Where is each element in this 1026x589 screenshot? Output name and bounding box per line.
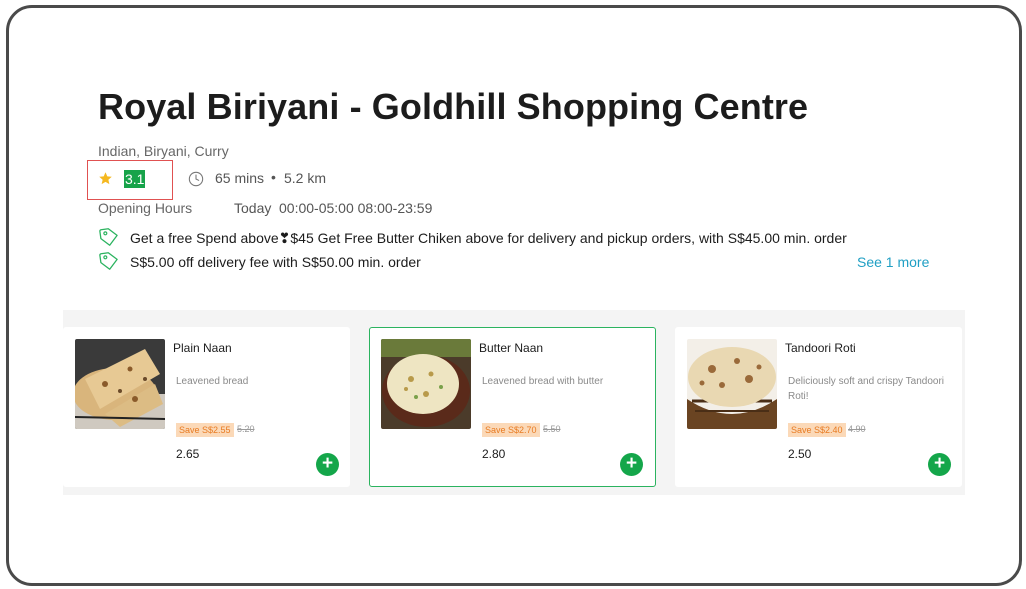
menu-item-name: Tandoori Roti [785, 341, 856, 355]
rating-value: 3.1 [124, 170, 146, 188]
save-badge: Save S$2.40 [788, 423, 846, 437]
opening-hours-times: 00:00-05:00 08:00-23:59 [279, 200, 433, 216]
menu-item-description: Leavened bread with butter [482, 376, 604, 387]
tag-icon [99, 252, 118, 270]
menu-item-card[interactable]: Butter Naan Leavened bread with butter S… [369, 327, 656, 487]
plain-naan-image [75, 339, 165, 429]
separator-dot: • [271, 169, 276, 185]
menu-item-name: Plain Naan [173, 341, 232, 355]
see-more-link[interactable]: See 1 more [857, 254, 929, 270]
menu-carousel: Plain Naan Leavened bread Save S$2.55 5.… [63, 310, 965, 495]
add-to-cart-button[interactable]: + [316, 453, 339, 476]
menu-item-card[interactable]: Tandoori Roti Deliciously soft and crisp… [675, 327, 962, 487]
opening-hours-day: Today [234, 200, 272, 216]
app-frame: Royal Biriyani - Goldhill Shopping Centr… [6, 5, 1022, 586]
menu-item-description: Leavened bread [176, 376, 249, 387]
rating-row: 3.1 65 mins • 5.2 km [87, 160, 398, 200]
promotion-text: Get a free Spend above❣$45 Get Free Butt… [130, 230, 847, 246]
star-icon [99, 172, 112, 185]
menu-item-name: Butter Naan [479, 341, 544, 355]
menu-item-description: Deliciously soft and crispy Tandoori Rot… [788, 376, 945, 402]
delivery-time: 65 mins [215, 170, 265, 186]
original-price: 5.50 [543, 424, 561, 434]
cuisine-list: Indian, Biryani, Curry [98, 143, 229, 159]
menu-item-card[interactable]: Plain Naan Leavened bread Save S$2.55 5.… [63, 327, 350, 487]
menu-item-price: 2.80 [482, 447, 506, 461]
menu-item-price: 2.50 [788, 447, 812, 461]
butter-naan-image [381, 339, 471, 429]
opening-hours-label: Opening Hours [98, 200, 193, 216]
original-price: 5.20 [237, 424, 255, 434]
menu-item-price: 2.65 [176, 447, 200, 461]
distance: 5.2 km [284, 170, 327, 186]
original-price: 4.90 [848, 424, 866, 434]
add-to-cart-button[interactable]: + [620, 453, 643, 476]
save-badge: Save S$2.55 [176, 423, 234, 437]
tandoori-roti-image [687, 339, 777, 429]
tag-icon [99, 228, 118, 246]
add-to-cart-button[interactable]: + [928, 453, 951, 476]
clock-icon [188, 171, 204, 187]
restaurant-title: Royal Biriyani - Goldhill Shopping Centr… [98, 86, 809, 127]
promotion-text: S$5.00 off delivery fee with S$50.00 min… [130, 254, 421, 270]
save-badge: Save S$2.70 [482, 423, 540, 437]
